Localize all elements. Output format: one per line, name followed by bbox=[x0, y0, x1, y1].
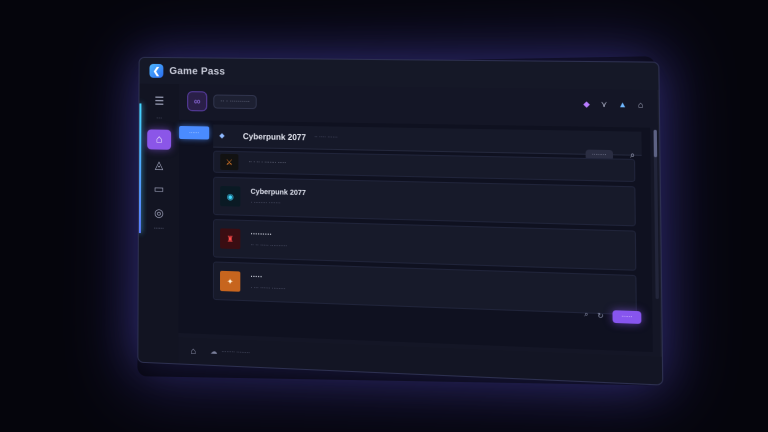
scrollbar-thumb[interactable] bbox=[654, 130, 658, 157]
tab-library[interactable]: ······ bbox=[179, 126, 209, 140]
game-thumbnail: ⚔ bbox=[220, 154, 238, 170]
game-thumbnail: ◉ bbox=[220, 186, 240, 207]
game-meta: ·· ·· ····· ·········· bbox=[251, 242, 288, 249]
sidebar-item-settings[interactable]: ◎ bbox=[147, 203, 171, 222]
game-title: ·· · ·· · ······· ····· bbox=[249, 159, 287, 166]
game-meta: · ··· ······ ········ bbox=[251, 285, 286, 292]
list-item[interactable]: ✦ ····· · ··· ······ ········ bbox=[213, 261, 637, 315]
bottom-controls: ⌕ ↻ ······ bbox=[584, 309, 641, 324]
sidebar-item-library[interactable]: ▭ bbox=[147, 179, 171, 198]
refresh-icon[interactable]: ↻ bbox=[597, 312, 604, 321]
header-icons: ◆ ⋎ ▲ ⌂ bbox=[583, 99, 643, 109]
upload-icon[interactable]: ▲ bbox=[618, 100, 627, 110]
game-thumbnail: ✦ bbox=[220, 271, 240, 292]
header: ∞ ·· · ·········· ◆ ⋎ ▲ ⌂ bbox=[179, 84, 659, 126]
list-item[interactable]: ◉ Cyberpunk 2077 · ········ ······· bbox=[213, 177, 636, 227]
sidebar-item-settings-label: ...... bbox=[154, 224, 164, 230]
app-title: Game Pass bbox=[169, 66, 225, 78]
game-thumbnail: ♜ bbox=[220, 228, 240, 249]
game-title: ····· bbox=[251, 273, 286, 281]
game-meta: · ········ ······· bbox=[251, 199, 306, 206]
game-title: ········· bbox=[251, 231, 288, 239]
sidebar: ☰ ··· ⌂ ◬ ▭ ◎ ...... bbox=[138, 84, 179, 364]
status-text: ········ ········ bbox=[221, 349, 250, 356]
notification-icon[interactable]: ◆ bbox=[583, 99, 590, 108]
home-icon[interactable]: ⌂ bbox=[191, 346, 197, 356]
more-icon[interactable]: ··· bbox=[156, 116, 162, 122]
game-list: ⚔ ·· · ·· · ······· ····· ◉ Cyberpunk 20… bbox=[213, 151, 637, 320]
chevron-down-icon[interactable]: ⋎ bbox=[601, 100, 608, 109]
menu-icon[interactable]: ☰ bbox=[147, 92, 171, 110]
main-panel: ······ ◆ Cyberpunk 2077 ·· ···· ······ ·… bbox=[179, 120, 653, 352]
now-playing-title: Cyberpunk 2077 bbox=[243, 132, 306, 142]
controller-icon: ◆ bbox=[219, 132, 224, 140]
store-icon[interactable]: ⌂ bbox=[638, 100, 643, 110]
desktop-background: ❮ Game Pass ☰ ··· ⌂ ◬ ▭ ◎ ...... ∞ ·· · … bbox=[0, 0, 768, 432]
play-button[interactable]: ······ bbox=[612, 310, 641, 324]
search-icon[interactable]: ⌕ bbox=[584, 311, 588, 320]
scrollbar[interactable] bbox=[654, 130, 659, 299]
game-title: Cyberpunk 2077 bbox=[251, 188, 306, 196]
user-pill[interactable]: ·· · ·········· bbox=[213, 94, 257, 109]
app-logo-icon: ❮ bbox=[149, 64, 163, 78]
avatar[interactable]: ∞ bbox=[187, 91, 207, 111]
sidebar-item-discover[interactable]: ◬ bbox=[147, 155, 171, 173]
sidebar-accent-bar bbox=[139, 103, 142, 233]
cloud-icon: ☁ bbox=[210, 348, 217, 356]
sidebar-item-home[interactable]: ⌂ bbox=[147, 129, 171, 149]
now-playing-subtitle: ·· ···· ······ bbox=[314, 134, 338, 141]
app-window: ❮ Game Pass ☰ ··· ⌂ ◬ ▭ ◎ ...... ∞ ·· · … bbox=[137, 57, 663, 386]
